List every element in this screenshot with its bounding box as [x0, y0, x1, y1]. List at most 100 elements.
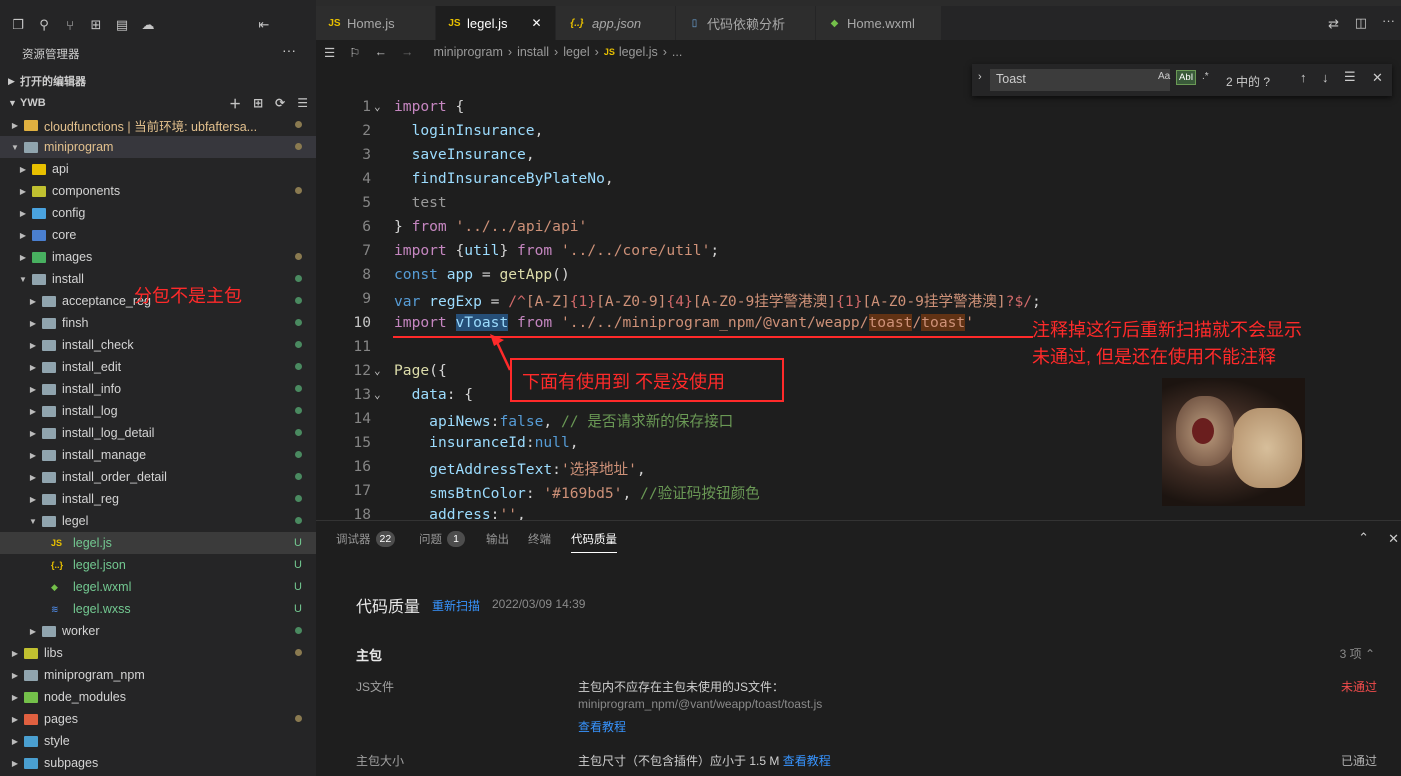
sidebar-item-miniprogram-folder[interactable]: ▼ miniprogram [0, 136, 316, 158]
bookmark-icon[interactable]: ⚐ [349, 45, 360, 60]
template-icon[interactable]: ▤ [114, 17, 130, 33]
breadcrumb-item[interactable]: miniprogram [433, 45, 502, 59]
modified-dot [294, 451, 302, 458]
sidebar-item-subpages-folder[interactable]: ▶ subpages [0, 752, 316, 774]
project-section[interactable]: ▼ YWB ＋ ⊞ ⟳ ☰ [0, 92, 316, 114]
docker-icon[interactable]: ☁ [140, 17, 156, 33]
sidebar-item-api-folder[interactable]: ▶ api [0, 158, 316, 180]
new-file-icon[interactable]: ＋ [229, 95, 241, 112]
code-line: const app = getApp() [394, 266, 570, 283]
tab-code-quality[interactable]: 代码质量 [571, 531, 617, 553]
sidebar-item-install-check-folder[interactable]: ▶ install_check [0, 334, 316, 356]
new-folder-icon[interactable]: ⊞ [253, 96, 263, 110]
sidebar-item-legel-wxss-file[interactable]: ≋ legel.wxss U [0, 598, 316, 620]
sidebar-item-finsh-folder[interactable]: ▶ finsh [0, 312, 316, 334]
close-icon[interactable]: ✕ [1388, 531, 1399, 547]
sidebar-item-install-order-detail-folder[interactable]: ▶ install_order_detail [0, 466, 316, 488]
chevron-right-icon[interactable]: › [978, 71, 982, 83]
sidebar-title: 资源管理器 [22, 49, 80, 61]
folder-icon [42, 625, 56, 637]
sidebar-item-pages-folder[interactable]: ▶ pages [0, 708, 316, 730]
sidebar-item-install-manage-folder[interactable]: ▶ install_manage [0, 444, 316, 466]
forward-icon[interactable]: → [401, 45, 414, 59]
tutorial-link[interactable]: 查看教程 [783, 754, 831, 768]
arrow-up-icon[interactable]: ↑ [1300, 70, 1307, 85]
sidebar-item-install-edit-folder[interactable]: ▶ install_edit [0, 356, 316, 378]
find-in-selection-icon[interactable]: ☰ [1344, 69, 1356, 85]
sidebar-item-legel-folder[interactable]: ▼ legel [0, 510, 316, 532]
rescan-link[interactable]: 重新扫描 [432, 597, 480, 614]
close-icon[interactable]: ✕ [1372, 70, 1383, 86]
sidebar-item-images-folder[interactable]: ▶ images [0, 246, 316, 268]
more-actions-icon[interactable]: ··· [1382, 13, 1395, 28]
line-number: 10 [353, 314, 371, 331]
tab-legel-js[interactable]: JS legel.js ✕ [436, 6, 556, 40]
git-status [288, 185, 308, 197]
tab-problems[interactable]: 问题 1 [419, 531, 465, 547]
chevron-right-icon: ▶ [19, 208, 27, 218]
explorer-icon[interactable]: ❐ [10, 17, 26, 33]
arrow-down-icon[interactable]: ↓ [1322, 70, 1329, 85]
chevron-right-icon: ▶ [19, 186, 27, 196]
tab-terminal[interactable]: 终端 [528, 531, 551, 547]
sidebar-item-legel-js-file[interactable]: JS legel.js U [0, 532, 316, 554]
sidebar-item-install-info-folder[interactable]: ▶ install_info [0, 378, 316, 400]
folder-icon [42, 361, 56, 373]
sidebar-item-components-folder[interactable]: ▶ components [0, 180, 316, 202]
close-icon[interactable]: ✕ [531, 16, 541, 30]
tab-dependency-analysis[interactable]: ▯ 代码依赖分析 [676, 6, 816, 40]
sidebar-item-cloudfunctions-folder[interactable]: ▶ cloudfunctions | 当前环境: ubfaftersa... [0, 114, 316, 136]
sidebar-item-core-folder[interactable]: ▶ core [0, 224, 316, 246]
collapse-all-icon[interactable]: ☰ [297, 96, 308, 110]
sidebar-item-install-log-folder[interactable]: ▶ install_log [0, 400, 316, 422]
tab-home-js[interactable]: JS Home.js [316, 6, 436, 40]
sidebar-item-libs-folder[interactable]: ▶ libs [0, 642, 316, 664]
more-actions-icon[interactable]: ··· [282, 42, 296, 58]
annotation-still-used: 未通过, 但是还在使用不能注释 [1032, 347, 1277, 367]
sidebar-item-label: worker [62, 624, 100, 638]
breadcrumb-item[interactable]: install [517, 45, 549, 59]
sidebar-item-style-folder[interactable]: ▶ style [0, 730, 316, 752]
count-badge: 1 [447, 531, 465, 547]
tab-home-wxml[interactable]: ◆ Home.wxml [816, 6, 942, 40]
fold-icon[interactable]: ⌄ [374, 100, 381, 113]
sidebar-item-install-reg-folder[interactable]: ▶ install_reg [0, 488, 316, 510]
sidebar-item-node-modules-folder[interactable]: ▶ node_modules [0, 686, 316, 708]
fold-icon[interactable]: ⌄ [374, 364, 381, 377]
search-icon[interactable]: ⚲ [36, 17, 52, 33]
sidebar-item-install-log-detail-folder[interactable]: ▶ install_log_detail [0, 422, 316, 444]
sidebar-item-config-folder[interactable]: ▶ config [0, 202, 316, 224]
breadcrumb-item[interactable]: ... [672, 45, 682, 59]
code-line: import { [394, 98, 465, 115]
breadcrumb-item[interactable]: legel [563, 45, 589, 59]
regex-icon[interactable]: .* [1202, 71, 1209, 82]
status-failed: 未通过 [1340, 680, 1377, 694]
count-badge: 22 [375, 531, 396, 547]
sidebar-item-legel-wxml-file[interactable]: ◆ legel.wxml U [0, 576, 316, 598]
extensions-icon[interactable]: ⊞ [88, 17, 104, 33]
back-icon[interactable]: ← [374, 45, 387, 59]
chevron-up-icon[interactable]: ⌃ [1358, 530, 1369, 546]
tab-debugger[interactable]: 调试器 22 [336, 531, 396, 547]
breadcrumb-item[interactable]: legel.js [619, 45, 658, 59]
group-count[interactable]: 3 项 ⌃ [1340, 645, 1375, 662]
sidebar-item-label: install_check [62, 338, 134, 352]
tutorial-link[interactable]: 查看教程 [578, 718, 626, 735]
source-control-icon[interactable]: ⑂ [62, 17, 78, 33]
sidebar-item-worker-folder[interactable]: ▶ worker [0, 620, 316, 642]
find-input[interactable]: Toast [990, 69, 1170, 91]
open-editors-section[interactable]: ▶ 打开的编辑器 [0, 70, 316, 92]
sidebar-item-label: finsh [62, 316, 89, 330]
collapse-sidebar-icon[interactable]: ⇤ [256, 17, 272, 33]
sidebar-item-miniprogram-npm-folder[interactable]: ▶ miniprogram_npm [0, 664, 316, 686]
whole-word-icon[interactable]: AbI [1176, 70, 1197, 85]
tab-output[interactable]: 输出 [486, 531, 509, 547]
sidebar-item-legel-json-file[interactable]: {..} legel.json U [0, 554, 316, 576]
refresh-icon[interactable]: ⟳ [275, 96, 285, 110]
fold-icon[interactable]: ⌄ [374, 388, 381, 401]
list-icon[interactable]: ☰ [324, 45, 335, 60]
tab-app-json[interactable]: {..} app.json [556, 6, 676, 40]
compare-icon[interactable]: ⇄ [1328, 16, 1339, 32]
match-case-icon[interactable]: Aa [1158, 71, 1170, 82]
split-editor-icon[interactable]: ◫ [1355, 15, 1367, 31]
